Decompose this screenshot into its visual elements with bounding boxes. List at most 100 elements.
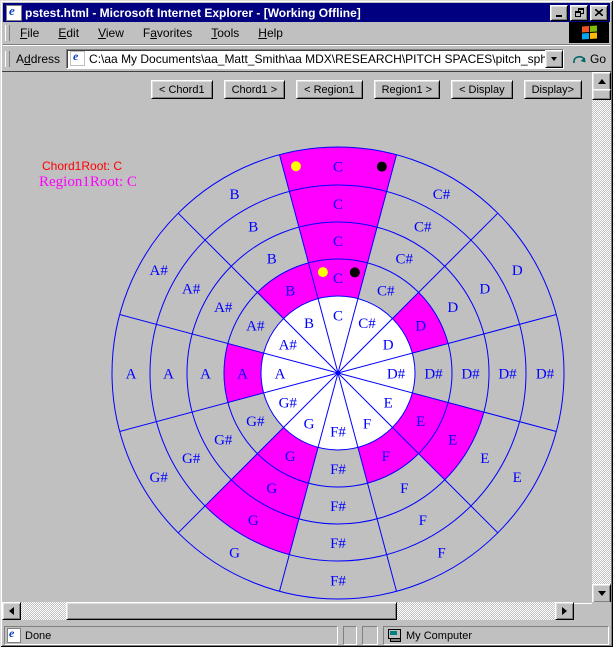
menu-item-file[interactable]: File [14,24,45,42]
applet-view: CCCCCC#C#C#C#C#DDDDDD#D#D#D#D#EEEEEFFFFF… [2,72,592,603]
wheel-label-E-ring1: E [416,414,425,430]
applet-button-3[interactable]: < Region1 [296,80,362,99]
wheel-label-D-ring2: D [447,300,458,316]
wheel-label-As-ring4: A# [150,263,169,279]
title-bar: pstest.html - Microsoft Internet Explore… [3,3,610,22]
menu-bar: File Edit View Favorites Tools Help [3,22,610,45]
status-bar: Done My Computer [2,623,611,645]
scroll-left-button[interactable] [2,602,21,620]
wheel-label-F-ring3: F [419,513,427,529]
menu-item-favorites[interactable]: Favorites [137,24,198,42]
wheel-label-Cs-ring3: C# [414,219,432,235]
address-bar: Address C:\aa My Documents\aa_Matt_Smith… [3,45,610,71]
wheel-label-E-inner: E [384,395,393,411]
wheel-label-Ds-inner: D# [387,366,406,382]
address-grip-handle[interactable] [5,51,10,67]
wheel-label-Ds-ring4: D# [536,366,555,382]
scroll-down-button[interactable] [592,584,611,603]
wheel-label-Gs-inner: G# [279,395,298,411]
wheel-label-Gs-ring2: G# [214,433,233,449]
menu-grip-handle[interactable] [5,25,10,41]
address-label: Address [16,52,60,66]
wheel-label-B-ring3: B [248,219,258,235]
restore-button[interactable] [570,5,588,21]
wheel-label-B-ring4: B [229,187,239,203]
security-zone-pane: My Computer [383,626,609,645]
wheel-label-B-inner: B [304,316,314,332]
ie-page-icon [6,5,22,21]
menu-item-tools[interactable]: Tools [205,24,245,42]
wheel-label-D-ring1: D [415,319,426,335]
wheel-label-Fs-ring3: F# [330,536,346,552]
applet-button-2[interactable]: Chord1 > [224,80,286,99]
wheel-label-A-ring2: A [200,366,211,382]
wheel-label-Ds-ring3: D# [498,366,517,382]
wheel-label-Fs-ring1: F# [330,462,346,478]
pitch-wheel: CCCCCC#C#C#C#C#DDDDDD#D#D#D#D#EEEEEFFFFF… [2,72,590,603]
wheel-label-C-ring1: C [333,271,343,287]
wheel-label-D-ring3: D [479,282,490,298]
arrow-up-icon [598,75,606,84]
wheel-label-C-ring2: C [333,234,343,250]
wheel-label-Cs-inner: C# [358,316,376,332]
arrow-right-icon [562,607,571,615]
wheel-label-D-ring4: D [512,263,523,279]
chevron-down-icon [551,57,557,64]
wheel-label-Ds-ring1: D# [424,366,443,382]
minimize-button[interactable] [550,5,568,21]
wheel-label-G-ring2: G [266,481,277,497]
address-input[interactable]: C:\aa My Documents\aa_Matt_Smith\aa MDX\… [66,49,564,69]
vertical-scroll-thumb[interactable] [592,89,611,100]
wheel-label-C-inner: C [333,308,343,324]
region-root-label: Region1Root: C [39,174,137,191]
browser-window: pstest.html - Microsoft Internet Explore… [0,0,613,647]
vertical-scrollbar[interactable] [592,72,611,603]
applet-button-5[interactable]: < Display [451,80,513,99]
window-title: pstest.html - Microsoft Internet Explore… [25,6,546,20]
wheel-label-As-ring2: A# [214,300,233,316]
menu-item-edit[interactable]: Edit [52,24,85,42]
wheel-label-As-ring3: A# [182,282,201,298]
applet-button-4[interactable]: Region1 > [374,80,440,99]
horizontal-scrollbar[interactable] [2,602,574,620]
curved-arrow-icon [572,52,587,65]
minimize-icon [556,15,562,17]
wheel-label-As-inner: A# [279,337,298,353]
go-label: Go [590,52,606,66]
ie-page-icon [70,51,85,66]
yellow-dot-ring1 [318,267,328,277]
ie-page-icon [7,628,21,643]
wheel-label-A-ring3: A [163,366,174,382]
close-button[interactable] [590,5,608,21]
wheel-label-Gs-ring4: G# [150,470,169,486]
applet-button-1[interactable]: < Chord1 [151,80,213,99]
restore-icon [575,8,584,17]
menu-items: File Edit View Favorites Tools Help [14,24,296,42]
address-value[interactable]: C:\aa My Documents\aa_Matt_Smith\aa MDX\… [89,52,545,66]
status-pane-empty-1 [343,626,357,645]
address-dropdown-button[interactable] [545,50,563,68]
applet-buttons: < Chord1 Chord1 > < Region1 Region1 > < Disp… [151,80,582,99]
wheel-label-F-inner: F [363,416,371,432]
wheel-label-A-ring4: A [126,366,137,382]
wheel-label-Cs-ring1: C# [377,284,395,300]
wheel-label-G-ring3: G [248,513,259,529]
chord-root-label: Chord1Root: C [42,159,122,173]
wheel-label-G-ring4: G [229,546,240,562]
wheel-label-Ds-ring2: D# [461,366,480,382]
wheel-hub [336,371,340,375]
applet-button-6[interactable]: Display> [524,80,583,99]
menu-item-help[interactable]: Help [252,24,289,42]
horizontal-scroll-thumb[interactable] [66,602,397,620]
my-computer-icon [387,629,402,642]
black-dot-ring4 [377,162,387,172]
scroll-right-button[interactable] [555,602,574,620]
wheel-label-Fs-ring2: F# [330,499,346,515]
wheel-label-G-ring1: G [285,449,296,465]
menu-item-view[interactable]: View [92,24,130,42]
wheel-label-A-inner: A [275,366,286,382]
wheel-label-Gs-ring1: G# [246,414,265,430]
arrow-down-icon [598,591,606,600]
go-button[interactable]: Go [572,52,606,66]
wheel-label-E-ring4: E [513,470,522,486]
